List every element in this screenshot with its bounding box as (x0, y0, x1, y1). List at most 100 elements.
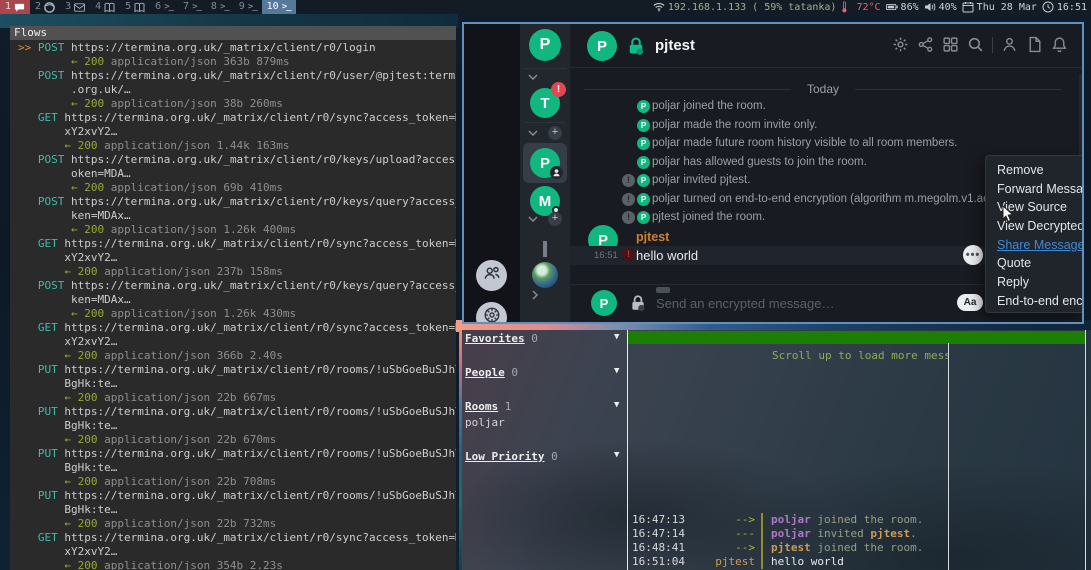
status-event: Ppoljar joined the room. (570, 98, 1082, 117)
thermometer-icon (841, 1, 853, 13)
chevron-down-icon[interactable] (528, 74, 538, 80)
workspace-button-6[interactable]: 6>_ (150, 0, 178, 14)
flow-row[interactable]: POST https://termina.org.uk/_matrix/clie… (18, 69, 456, 83)
terminal-icon: >_ (192, 2, 201, 12)
urgent-badge: ! (551, 82, 566, 97)
collapse-arrow[interactable]: ▼ (614, 332, 619, 342)
flow-row[interactable]: POST https://termina.org.uk/_matrix/clie… (18, 153, 456, 167)
prefix-separator (761, 527, 763, 541)
collapse-arrow[interactable]: ▼ (614, 400, 619, 410)
workspace-button-7[interactable]: 7>_ (178, 0, 206, 14)
workspace-button-4[interactable]: 4 (90, 0, 120, 14)
people-icon (483, 264, 501, 287)
share-icon[interactable] (917, 36, 934, 53)
room-avatar-tower[interactable] (532, 234, 558, 260)
flow-row[interactable]: POST https://termina.org.uk/_matrix/clie… (18, 195, 456, 209)
terminal-icon: >_ (248, 2, 257, 12)
user-menu-avatar[interactable]: P (529, 29, 561, 61)
event-avatar: P (637, 100, 650, 113)
flow-response: ← 200 application/json 366b 2.40s (18, 349, 456, 363)
weechat-window: Favorites 0▼ People 0▼ Rooms 1▼ poljar Low P… (459, 330, 1091, 570)
room-title: pjtest (655, 37, 695, 54)
message-sender-name[interactable]: pjtest (636, 230, 669, 244)
speaker-icon (924, 1, 936, 13)
flow-list[interactable]: >> POST https://termina.org.uk/_matrix/c… (10, 40, 456, 570)
flow-row[interactable]: GET https://termina.org.uk/_matrix/clien… (18, 237, 456, 251)
format-button[interactable]: Aa (957, 294, 983, 311)
event-avatar: P (637, 156, 650, 169)
buffer-section-low-priority[interactable]: Low Priority 0▼ (465, 450, 625, 464)
flow-response: ← 200 application/json 354b 2.23s (18, 559, 456, 570)
tray-battery: 86% (886, 1, 919, 13)
workspace-list: 123456>_7>_8>_9>_10>_ (0, 0, 296, 14)
message-options-button[interactable]: ••• (963, 245, 983, 265)
flow-row[interactable]: PUT https://termina.org.uk/_matrix/clien… (18, 405, 456, 419)
date-separator-label: Today (807, 82, 839, 96)
buffer-section-favorites[interactable]: Favorites 0▼ (465, 332, 625, 346)
composer-resize-handle[interactable] (656, 287, 670, 293)
weechat-titlebar (628, 331, 1085, 344)
prefix-separator (761, 513, 763, 527)
menu-item-reply[interactable]: Reply (986, 273, 1082, 292)
clock-icon (1042, 1, 1054, 13)
menu-item-end-to-end-encry[interactable]: End-to-end encry (986, 292, 1082, 311)
event-avatar: P (637, 174, 650, 187)
people-button[interactable] (476, 260, 507, 291)
menu-item-remove[interactable]: Remove (986, 161, 1082, 180)
menu-item-forward-message[interactable]: Forward Message (986, 180, 1082, 199)
flow-row[interactable]: >> POST https://termina.org.uk/_matrix/c… (18, 41, 456, 55)
flow-row[interactable]: PUT https://termina.org.uk/_matrix/clien… (18, 447, 456, 461)
add-room-button[interactable]: + (548, 126, 562, 140)
notifications-icon[interactable] (1051, 36, 1068, 53)
flow-row-wrap: xY2xvY2… (18, 125, 456, 139)
room-avatar-earth[interactable] (532, 262, 558, 288)
menu-item-share-message[interactable]: Share Message (986, 236, 1082, 255)
room-list-collapsed: P T!+PM+ (520, 24, 570, 322)
event-avatar: P (637, 211, 650, 224)
flow-row[interactable]: PUT https://termina.org.uk/_matrix/clien… (18, 363, 456, 377)
chat-message: 16:51:04pjtesthello world (459, 555, 1085, 569)
chevron-down-icon[interactable] (528, 130, 538, 136)
tray-clock: 16:51 (1042, 1, 1087, 13)
workspace-button-3[interactable]: 3 (60, 0, 90, 14)
workspace-button-2[interactable]: 2 (30, 0, 60, 14)
terminal-icon: >_ (282, 2, 291, 12)
buffer-section-people[interactable]: People 0▼ (465, 366, 625, 380)
collapse-arrow[interactable]: ▼ (614, 366, 619, 376)
event-avatar: P (637, 119, 650, 132)
menu-item-view-source[interactable]: View Source (986, 198, 1082, 217)
explore-button[interactable] (476, 302, 507, 324)
buffer-item-poljar[interactable]: poljar (465, 416, 625, 430)
workspace-button-8[interactable]: 8>_ (206, 0, 234, 14)
apps-icon[interactable] (942, 36, 959, 53)
menu-item-view-decrypted-s[interactable]: View Decrypted S (986, 217, 1082, 236)
event-avatar: P (637, 193, 650, 206)
workspace-button-1[interactable]: 1 (0, 0, 30, 14)
add-room-button-2[interactable]: + (548, 212, 562, 226)
room-avatar[interactable]: P (587, 31, 617, 61)
chevron-right-icon[interactable] (532, 290, 538, 300)
files-icon[interactable] (1026, 36, 1043, 53)
workspace-button-5[interactable]: 5 (120, 0, 150, 14)
flow-row[interactable]: GET https://termina.org.uk/_matrix/clien… (18, 111, 456, 125)
settings-icon[interactable] (892, 36, 909, 53)
menu-item-quote[interactable]: Quote (986, 254, 1082, 273)
flow-row[interactable]: GET https://termina.org.uk/_matrix/clien… (18, 321, 456, 335)
buffer-section-rooms[interactable]: Rooms 1▼ (465, 400, 625, 414)
message-input[interactable]: Send an encrypted message… (656, 296, 835, 311)
flow-row[interactable]: POST https://termina.org.uk/_matrix/clie… (18, 279, 456, 293)
book-icon (104, 2, 115, 13)
tray-wifi: 192.168.1.133 ( 59% tatanka) (653, 1, 837, 13)
community-panel (464, 24, 520, 322)
calendar-icon (962, 1, 974, 13)
workspace-button-9[interactable]: 9>_ (234, 0, 262, 14)
members-icon[interactable] (1001, 36, 1018, 53)
flow-row[interactable]: GET https://termina.org.uk/_matrix/clien… (18, 531, 456, 545)
status-event: Ppoljar made future room history visible… (570, 135, 1082, 154)
collapse-arrow[interactable]: ▼ (614, 450, 619, 460)
flow-row[interactable]: PUT https://termina.org.uk/_matrix/clien… (18, 489, 456, 503)
chevron-down-icon[interactable] (528, 216, 538, 222)
workspace-button-10[interactable]: 10>_ (262, 0, 296, 14)
desktop: 123456>_7>_8>_9>_10>_ 192.168.1.133 ( 59… (0, 0, 1091, 570)
search-icon[interactable] (967, 36, 984, 53)
